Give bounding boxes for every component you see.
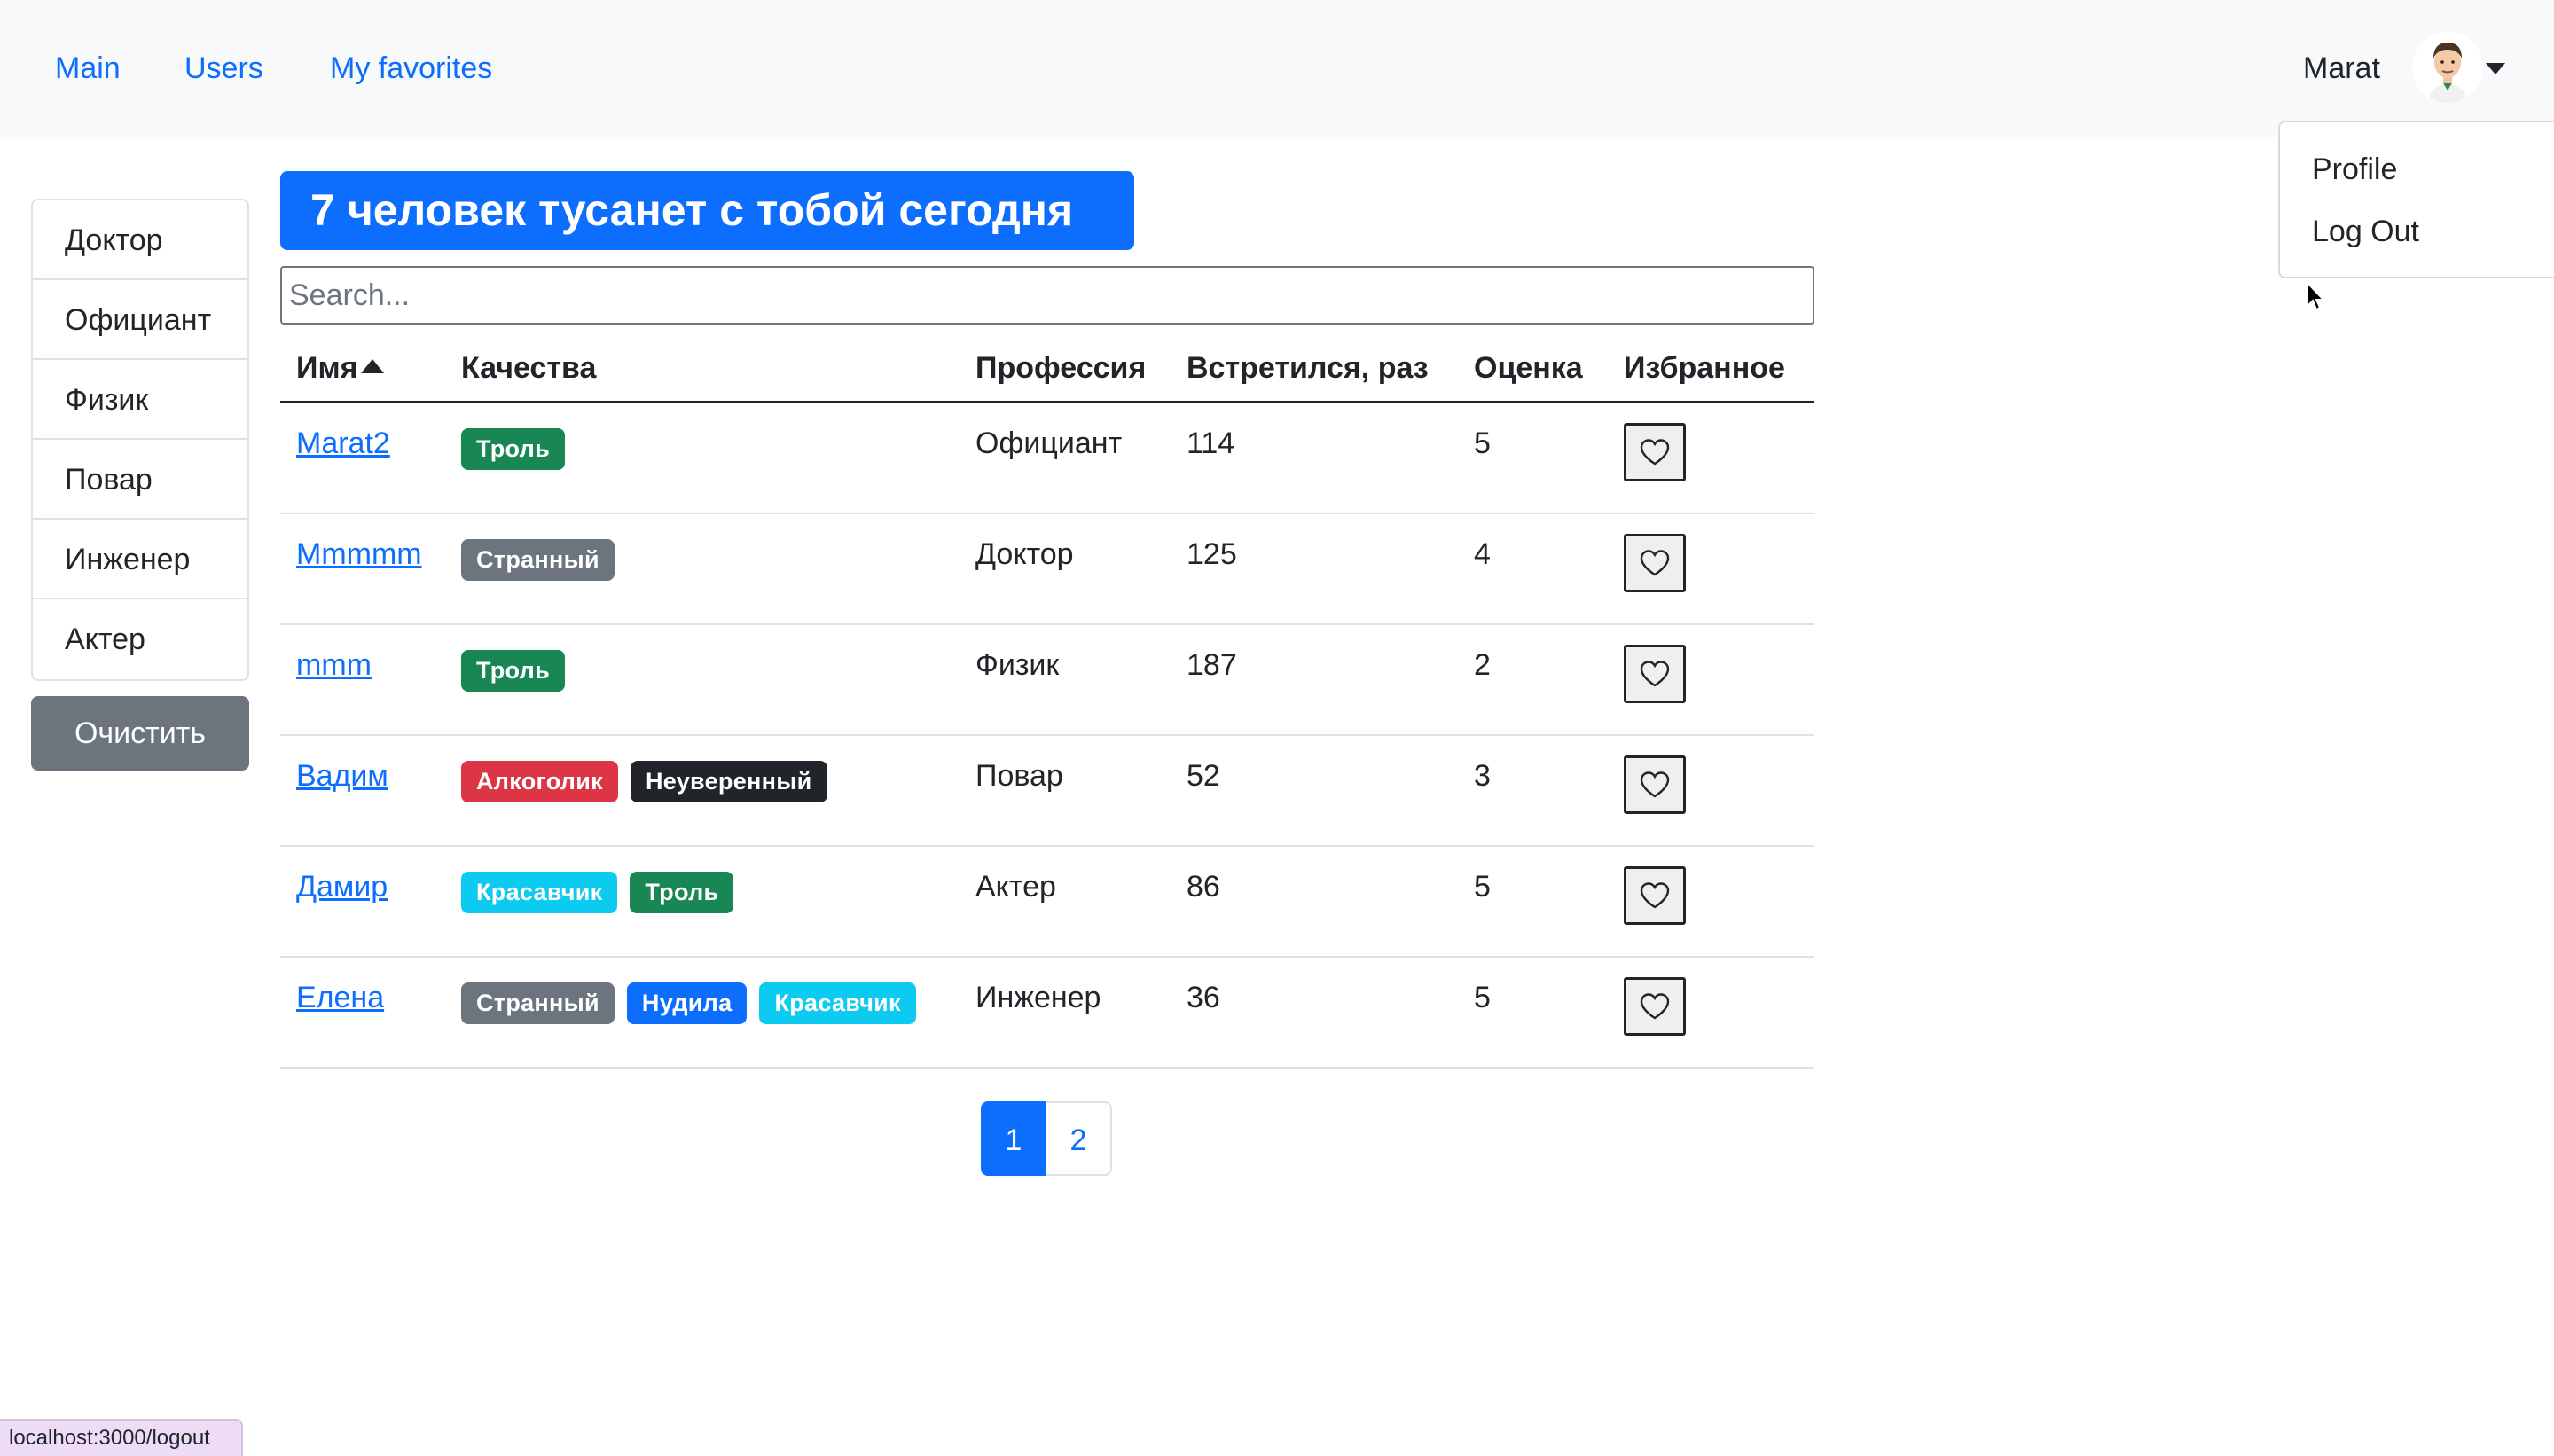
quality-badge: Троль (630, 871, 734, 913)
table-header-row: Имя Качества Профессия Встретился, раз О… (280, 335, 1814, 403)
favorite-toggle-button[interactable] (1624, 976, 1686, 1036)
quality-badge: Троль (461, 428, 566, 470)
dropdown-item-profile[interactable]: Profile (2312, 153, 2397, 187)
quality-badge: Странный (461, 538, 615, 581)
profession-cell: Повар (960, 734, 1171, 847)
column-header-favorites[interactable]: Избранное (1608, 335, 1814, 403)
met-count-cell: 86 (1171, 845, 1458, 958)
rate-cell: 5 (1458, 845, 1608, 958)
mouse-cursor-icon (2307, 281, 2326, 311)
column-header-label: Имя (296, 350, 358, 385)
user-dropdown-menu: Profile Log Out (2278, 121, 2554, 278)
heart-icon (1640, 439, 1670, 466)
column-header-rate[interactable]: Оценка (1458, 335, 1608, 403)
profession-item-engineer[interactable]: Инженер (33, 520, 247, 599)
page-2-button[interactable]: 2 (1046, 1101, 1112, 1176)
favorite-toggle-button[interactable] (1624, 865, 1686, 925)
clear-filter-button[interactable]: Очистить (31, 696, 249, 771)
met-count-cell: 125 (1171, 513, 1458, 625)
user-name-link[interactable]: Mmmmm (296, 537, 422, 571)
table-row: Marat2 Троль Официант 114 5 (280, 402, 1814, 514)
column-header-name[interactable]: Имя (280, 335, 445, 403)
user-name-link[interactable]: Дамир (296, 870, 388, 904)
quality-badge: Красавчик (461, 871, 618, 913)
nav-link-my-favorites[interactable]: My favorites (330, 0, 492, 137)
status-bar-url: localhost:3000/logout (0, 1419, 243, 1456)
profession-cell: Актер (960, 845, 1171, 958)
rate-cell: 5 (1458, 402, 1608, 514)
page-1-button[interactable]: 1 (981, 1101, 1046, 1176)
quality-badge: Красавчик (759, 982, 916, 1024)
profession-cell: Инженер (960, 956, 1171, 1069)
user-name-link[interactable]: Marat2 (296, 427, 390, 460)
profession-cell: Физик (960, 623, 1171, 736)
dropdown-item-logout[interactable]: Log Out (2312, 215, 2419, 249)
profession-filter-list: Доктор Официант Физик Повар Инженер Акте… (31, 199, 249, 681)
quality-badge: Странный (461, 982, 615, 1024)
quality-badge: Неуверенный (630, 760, 827, 802)
heart-icon (1640, 549, 1670, 575)
table-row: Вадим Алкоголик Неуверенный Повар 52 3 (280, 734, 1814, 847)
nav-link-main[interactable]: Main (55, 0, 121, 137)
column-header-met-count[interactable]: Встретился, раз (1171, 335, 1458, 403)
sort-ascending-icon (361, 358, 385, 373)
caret-down-icon[interactable] (2486, 63, 2505, 74)
search-input[interactable] (280, 266, 1814, 325)
met-count-cell: 187 (1171, 623, 1458, 736)
table-row: Дамир Красавчик Троль Актер 86 5 (280, 845, 1814, 958)
profession-cell: Официант (960, 402, 1171, 514)
quality-badge: Троль (461, 649, 566, 692)
quality-badge: Нудила (626, 982, 748, 1024)
favorite-toggle-button[interactable] (1624, 644, 1686, 703)
avatar-face-icon (2412, 32, 2483, 103)
users-table: Имя Качества Профессия Встретился, раз О… (280, 335, 1814, 1069)
column-header-profession[interactable]: Профессия (960, 335, 1171, 403)
favorite-toggle-button[interactable] (1624, 755, 1686, 814)
heart-icon (1640, 660, 1670, 686)
profession-item-actor[interactable]: Актер (33, 599, 247, 679)
profession-item-waiter[interactable]: Официант (33, 280, 247, 360)
rate-cell: 4 (1458, 513, 1608, 625)
table-row: Елена Странный Нудила Красавчик Инженер 36… (280, 956, 1814, 1069)
met-count-cell: 52 (1171, 734, 1458, 847)
profession-item-doctor[interactable]: Доктор (33, 200, 247, 280)
met-count-cell: 36 (1171, 956, 1458, 1069)
quality-badge: Алкоголик (461, 760, 618, 802)
table-row: Mmmmm Странный Доктор 125 4 (280, 513, 1814, 625)
pagination: 1 2 (981, 1101, 1112, 1176)
avatar[interactable] (2412, 32, 2483, 103)
heart-icon (1640, 881, 1670, 908)
met-count-cell: 114 (1171, 402, 1458, 514)
profession-item-cook[interactable]: Повар (33, 440, 247, 520)
heart-icon (1640, 992, 1670, 1019)
rate-cell: 3 (1458, 734, 1608, 847)
user-name[interactable]: Marat (2303, 0, 2380, 137)
profession-item-physicist[interactable]: Физик (33, 360, 247, 440)
heart-icon (1640, 771, 1670, 797)
profession-cell: Доктор (960, 513, 1171, 625)
favorite-toggle-button[interactable] (1624, 533, 1686, 592)
column-header-qualities[interactable]: Качества (445, 335, 960, 403)
page-title: 7 человек тусанет с тобой сегодня (280, 171, 1134, 250)
user-name-link[interactable]: Елена (296, 981, 384, 1014)
user-name-link[interactable]: Вадим (296, 759, 388, 793)
navbar: Main Users My favorites Marat (0, 0, 2554, 137)
favorite-toggle-button[interactable] (1624, 423, 1686, 481)
rate-cell: 2 (1458, 623, 1608, 736)
nav-link-users[interactable]: Users (184, 0, 263, 137)
rate-cell: 5 (1458, 956, 1608, 1069)
user-name-link[interactable]: mmm (296, 648, 372, 682)
table-row: mmm Троль Физик 187 2 (280, 623, 1814, 736)
